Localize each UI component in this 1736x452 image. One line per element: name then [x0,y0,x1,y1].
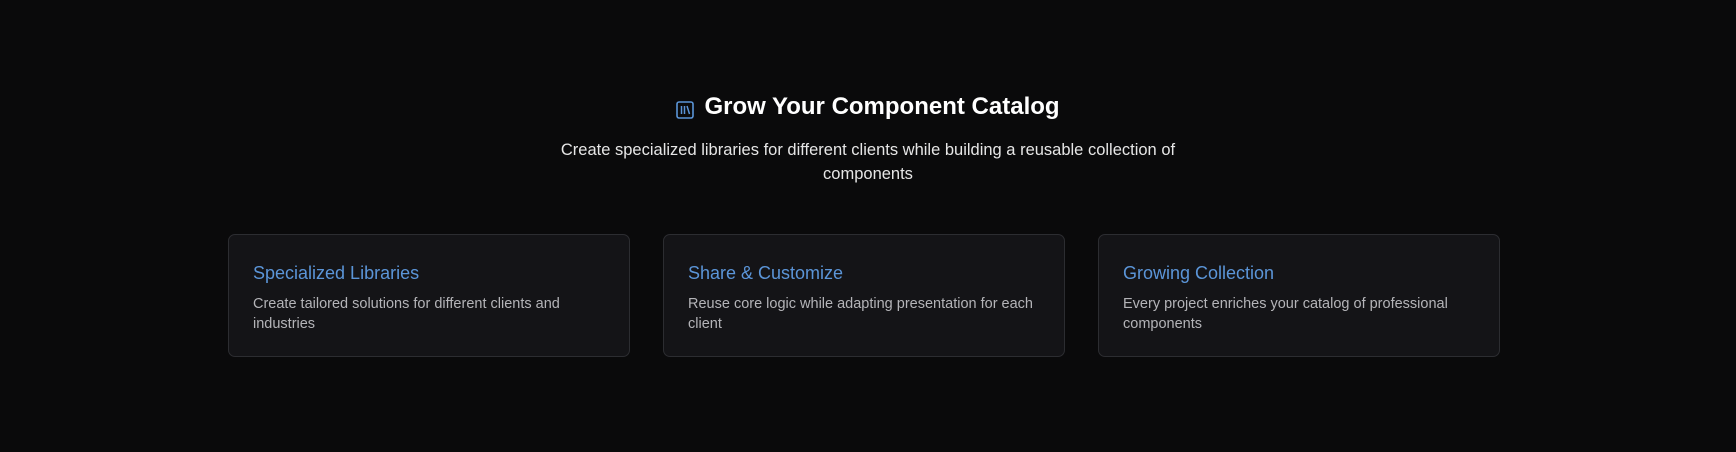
card-title: Specialized Libraries [253,263,420,283]
card-title: Growing Collection [1123,263,1275,283]
card-description: Every project enriches your catalog of p… [1123,296,1448,332]
feature-card-specialized-libraries: Specialized Libraries Create tailored so… [228,234,630,357]
library-icon [676,98,695,119]
feature-cards: Specialized Libraries Create tailored so… [228,234,1500,357]
section-subtitle: Create specialized libraries for differe… [560,141,1176,183]
section-title: Grow Your Component Catalog [704,93,1060,120]
feature-card-growing-collection: Growing Collection Every project enriche… [1098,234,1500,357]
section-title-row: Grow Your Component Catalog [676,90,1060,124]
card-title: Share & Customize [688,263,844,283]
card-description: Reuse core logic while adapting presenta… [688,296,1033,332]
feature-card-share-customize: Share & Customize Reuse core logic while… [663,234,1065,357]
section-header: Grow Your Component Catalog Create speci… [0,90,1736,186]
card-description: Create tailored solutions for different … [253,296,560,332]
